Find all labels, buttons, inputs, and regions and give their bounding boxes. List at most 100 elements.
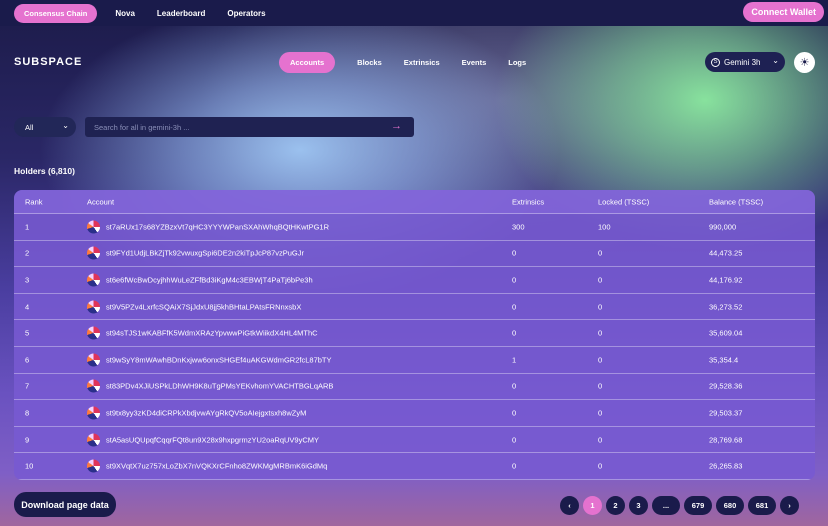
pagination: ‹ 1 2 3 ... 679 680 681 › xyxy=(560,495,803,515)
search-filter-value: All xyxy=(25,122,34,132)
download-page-data-button[interactable]: Download page data xyxy=(14,492,116,517)
header-rank: Rank xyxy=(25,197,43,206)
holders-title: Holders (6,810) xyxy=(14,166,75,176)
rank-cell: 7 xyxy=(25,381,30,391)
rank-cell: 4 xyxy=(25,302,30,312)
extrinsics-cell: 0 xyxy=(512,461,517,471)
extrinsics-cell: 0 xyxy=(512,328,517,338)
page-3-button[interactable]: 3 xyxy=(629,495,648,515)
page-1-button[interactable]: 1 xyxy=(583,495,602,515)
top-bar: Consensus Chain Nova Leaderboard Operato… xyxy=(0,0,828,26)
locked-cell: 0 xyxy=(598,328,603,338)
tab-events[interactable]: Events xyxy=(462,58,487,67)
topnav-nova[interactable]: Nova xyxy=(115,9,135,18)
holders-table: Rank Account Extrinsics Locked (TSSC) Ba… xyxy=(14,190,815,480)
account-link[interactable]: stA5asUQUpqfCqqrFQt8un9X28x9hxpgrmzYU2oa… xyxy=(106,435,319,444)
rank-cell: 3 xyxy=(25,275,30,285)
search-input[interactable] xyxy=(94,122,374,132)
tab-blocks[interactable]: Blocks xyxy=(357,58,382,67)
table-row: 3 st6e6fWcBwDcyjhhWuLeZFfBd3iKgM4c3EBWjT4… xyxy=(14,267,815,294)
balance-cell: 44,473.25 xyxy=(709,248,743,258)
table-row: 7 st83PDv4XJiUSPkLDhWH9K8uTgPMsYEKvhomYVA… xyxy=(14,374,815,401)
table-row: 8 st9tx8yy3zKD4diCRPkXbdjvwAYgRkQV5oAIejg… xyxy=(14,400,815,427)
topnav-operators[interactable]: Operators xyxy=(227,9,265,18)
next-page-button[interactable]: › xyxy=(780,495,799,515)
account-link[interactable]: st9XVqtX7uz757xLoZbX7nVQKXrCFnho8ZWKMgMR… xyxy=(106,462,327,471)
subspace-logo[interactable]: SUBSPACE xyxy=(14,56,82,68)
consensus-chain-tab[interactable]: Consensus Chain xyxy=(14,3,98,23)
account-avatar-icon xyxy=(87,326,100,340)
account-link[interactable]: st7aRUx17s68YZBzxVt7qHC3YYYWPanSXAhWhqBQ… xyxy=(106,222,329,231)
header-balance: Balance (TSSC) xyxy=(709,197,764,206)
rank-cell: 9 xyxy=(25,435,30,445)
arrow-right-icon[interactable]: → xyxy=(391,120,402,132)
theme-toggle-button[interactable]: ☀ xyxy=(794,52,815,73)
balance-cell: 35,609.04 xyxy=(709,328,743,338)
account-link[interactable]: st9tx8yy3zKD4diCRPkXbdjvwAYgRkQV5oAIejgx… xyxy=(106,409,306,418)
balance-cell: 29,503.37 xyxy=(709,408,743,418)
balance-cell: 28,769.68 xyxy=(709,435,743,445)
account-link[interactable]: st83PDv4XJiUSPkLDhWH9K8uTgPMsYEKvhomYVAC… xyxy=(106,382,333,391)
table-row: 5 st94sTJS1wKABFfK5WdmXRAzYpvwwPiGtkWiikd… xyxy=(14,320,815,348)
balance-cell: 35,354.4 xyxy=(709,355,739,365)
locked-cell: 0 xyxy=(598,355,603,365)
locked-cell: 0 xyxy=(598,435,603,445)
locked-cell: 0 xyxy=(598,248,603,258)
page-ellipsis: ... xyxy=(652,495,680,515)
rank-cell: 10 xyxy=(25,461,34,471)
page-679-button[interactable]: 679 xyxy=(684,495,712,515)
table-row: 1 st7aRUx17s68YZBzxVt7qHC3YYYWPanSXAhWhqB… xyxy=(14,214,815,241)
network-label: Gemini 3h xyxy=(724,57,761,67)
page-680-button[interactable]: 680 xyxy=(716,495,744,515)
header-extrinsics: Extrinsics xyxy=(512,197,545,206)
extrinsics-cell: 0 xyxy=(512,381,517,391)
account-link[interactable]: st6e6fWcBwDcyjhhWuLeZFfBd3iKgM4c3EBWjT4P… xyxy=(106,276,313,285)
extrinsics-cell: 0 xyxy=(512,248,517,258)
account-link[interactable]: st9V5PZv4LxrfcSQAiX7SjJdxU8jj5khBHtaLPAt… xyxy=(106,302,301,311)
balance-cell: 44,176.92 xyxy=(709,275,743,285)
page-681-button[interactable]: 681 xyxy=(748,495,776,515)
table-row: 10 st9XVqtX7uz757xLoZbX7nVQKXrCFnho8ZWKMg… xyxy=(14,453,815,480)
prev-page-button[interactable]: ‹ xyxy=(560,495,579,515)
network-selector[interactable]: S Gemini 3h ⌄ xyxy=(705,52,785,72)
account-avatar-icon xyxy=(87,220,100,234)
chevron-down-icon: ⌄ xyxy=(772,56,779,65)
tab-logs[interactable]: Logs xyxy=(508,58,526,67)
locked-cell: 0 xyxy=(598,408,603,418)
balance-cell: 990,000 xyxy=(709,222,737,232)
header-locked: Locked (TSSC) xyxy=(598,197,650,206)
topnav-leaderboard[interactable]: Leaderboard xyxy=(157,9,205,18)
extrinsics-cell: 1 xyxy=(512,355,517,365)
account-avatar-icon xyxy=(87,246,100,260)
locked-cell: 100 xyxy=(598,222,611,232)
extrinsics-cell: 0 xyxy=(512,435,517,445)
locked-cell: 0 xyxy=(598,302,603,312)
account-avatar-icon xyxy=(87,379,100,393)
connect-wallet-button[interactable]: Connect Wallet xyxy=(743,2,824,22)
extrinsics-cell: 300 xyxy=(512,222,525,232)
chevron-down-icon: ⌄ xyxy=(62,121,69,130)
account-avatar-icon xyxy=(87,406,100,420)
search-bar: → xyxy=(85,117,414,137)
account-avatar-icon xyxy=(87,273,100,287)
extrinsics-cell: 0 xyxy=(512,302,517,312)
locked-cell: 0 xyxy=(598,461,603,471)
rank-cell: 1 xyxy=(25,222,30,232)
sun-icon: ☀ xyxy=(799,57,810,69)
rank-cell: 6 xyxy=(25,355,30,365)
header-account: Account xyxy=(87,197,115,206)
table-row: 2 st9FYd1UdjLBkZjTk92vwuxgSpi6DE2n2kiTpJc… xyxy=(14,241,815,268)
account-avatar-icon xyxy=(87,459,100,473)
rank-cell: 2 xyxy=(25,248,30,258)
search-filter-select[interactable]: All ⌄ xyxy=(14,117,76,137)
tab-accounts[interactable]: Accounts xyxy=(279,52,336,73)
page-2-button[interactable]: 2 xyxy=(606,495,625,515)
account-link[interactable]: st94sTJS1wKABFfK5WdmXRAzYpvwwPiGtkWiikdX… xyxy=(106,329,318,338)
account-link[interactable]: st9wSyY8mWAwhBDnKxjww6onxSHGEf4uAKGWdmGR… xyxy=(106,355,332,364)
account-avatar-icon xyxy=(87,433,100,447)
account-link[interactable]: st9FYd1UdjLBkZjTk92vwuxgSpi6DE2n2kiTpJcP… xyxy=(106,249,304,258)
main-nav: Accounts Blocks Extrinsics Events Logs xyxy=(279,52,548,73)
extrinsics-cell: 0 xyxy=(512,408,517,418)
tab-extrinsics[interactable]: Extrinsics xyxy=(404,58,440,67)
account-avatar-icon xyxy=(87,300,100,314)
